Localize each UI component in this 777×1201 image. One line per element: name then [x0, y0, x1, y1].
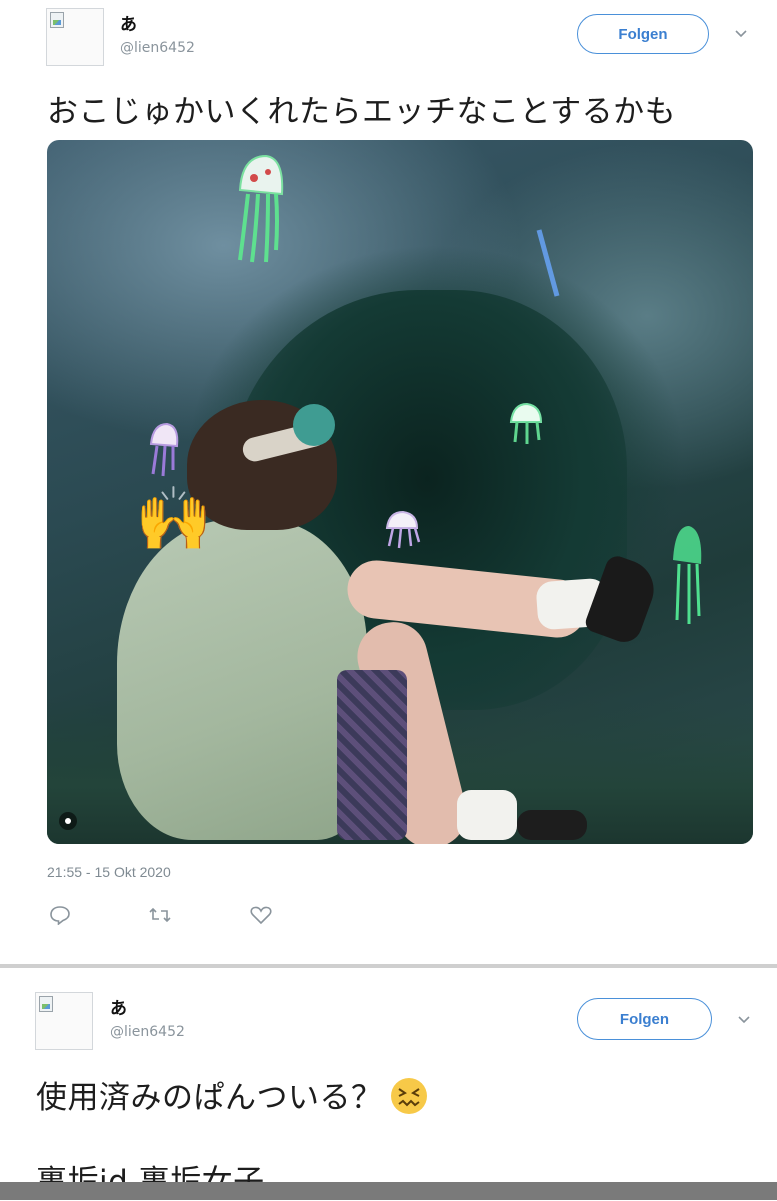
jellyfish-icon — [238, 154, 284, 263]
person-skirt — [337, 670, 407, 840]
follow-button[interactable]: Folgen — [577, 14, 709, 54]
reply-icon[interactable] — [48, 903, 72, 927]
like-icon[interactable] — [249, 903, 273, 927]
person-jacket — [117, 520, 367, 840]
jellyfish-icon — [509, 402, 543, 444]
tweet-text: 使用済みのぱんついる？ — [36, 1080, 383, 1116]
user-handle[interactable]: @lien6452 — [120, 40, 195, 56]
avatar[interactable] — [35, 992, 93, 1050]
tweet-2: あ @lien6452 Folgen 使用済みのぱんついる？ 裏垢jd 裏垢女子 — [0, 968, 777, 1200]
person-shoe — [517, 810, 587, 840]
raised-hands-emoji-icon: 🙌 — [135, 482, 213, 555]
tweet-timestamp[interactable]: 21:55 - 15 Okt 2020 — [47, 864, 171, 880]
display-name[interactable]: あ — [120, 10, 137, 35]
person-sock — [457, 790, 517, 840]
broken-image-icon — [50, 12, 64, 28]
confounded-face-emoji-icon — [389, 1076, 429, 1124]
media-indicator-icon[interactable] — [59, 812, 77, 830]
display-name[interactable]: あ — [110, 994, 127, 1019]
bottom-bar — [0, 1182, 777, 1200]
jellyfish-icon — [149, 422, 179, 477]
jellyfish-icon — [673, 526, 702, 624]
tweet-text: おこじゅかいくれたらエッチなことするかも — [47, 94, 677, 130]
broken-image-icon — [39, 996, 53, 1012]
person-hair-accessory — [293, 404, 335, 446]
chevron-down-icon[interactable] — [735, 30, 747, 40]
chevron-down-icon[interactable] — [738, 1016, 750, 1026]
follow-button[interactable]: Folgen — [577, 998, 712, 1040]
tweet-1: あ @lien6452 Folgen おこじゅかいくれたらエッチなことするかも — [0, 0, 777, 965]
retweet-icon[interactable] — [148, 903, 172, 927]
tweet-text-line: 使用済みのぱんついる？ — [36, 1072, 429, 1124]
jellyfish-icon — [536, 229, 560, 297]
avatar[interactable] — [46, 8, 104, 66]
jellyfish-icon — [385, 510, 421, 549]
tweet-photo[interactable]: 🙌 — [47, 140, 753, 844]
user-handle[interactable]: @lien6452 — [110, 1024, 185, 1040]
